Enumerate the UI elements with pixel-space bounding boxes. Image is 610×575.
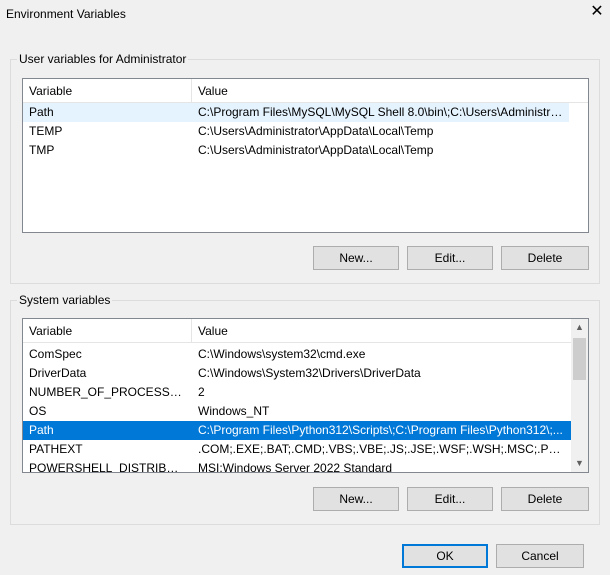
system-variables-label: System variables [17, 293, 113, 307]
value-cell: Windows_NT [198, 404, 270, 418]
list-header: Variable Value [23, 319, 571, 343]
table-row[interactable]: OS Windows_NT [23, 402, 571, 421]
value-cell: C:\Windows\System32\Drivers\DriverData [198, 366, 421, 380]
variable-cell: NUMBER_OF_PROCESSORS [29, 385, 187, 399]
variable-cell: TEMP [29, 124, 63, 138]
vertical-scrollbar[interactable]: ▲ ▼ [571, 319, 588, 472]
dialog-title: Environment Variables [6, 7, 126, 21]
variable-cell: Path [29, 423, 54, 437]
system-edit-button[interactable]: Edit... [407, 487, 493, 511]
value-cell: C:\Program Files\MySQL\MySQL Shell 8.0\b… [198, 105, 564, 119]
table-row[interactable]: PATHEXT .COM;.EXE;.BAT;.CMD;.VBS;.VBE;.J… [23, 440, 571, 459]
variable-cell: TMP [29, 143, 55, 157]
table-row[interactable]: TEMP C:\Users\Administrator\AppData\Loca… [23, 122, 569, 141]
value-cell: C:\Users\Administrator\AppData\Local\Tem… [198, 143, 434, 157]
value-cell: MSI:Windows Server 2022 Standard [198, 461, 393, 473]
value-cell: 2 [198, 385, 205, 399]
column-header-value[interactable]: Value [192, 319, 571, 343]
table-row[interactable]: TMP C:\Users\Administrator\AppData\Local… [23, 141, 569, 160]
scroll-down-arrow-icon[interactable]: ▼ [571, 455, 588, 472]
system-delete-button[interactable]: Delete [501, 487, 589, 511]
user-variables-list[interactable]: Variable Value Path C:\Program Files\MyS… [22, 78, 589, 233]
variable-cell: POWERSHELL_DISTRIBUTIO... [29, 461, 187, 473]
system-variables-list[interactable]: Variable Value ComSpec C:\Windows\system… [22, 318, 589, 473]
table-row[interactable]: ComSpec C:\Windows\system32\cmd.exe [23, 345, 571, 364]
user-delete-button[interactable]: Delete [501, 246, 589, 270]
user-variables-group: User variables for Administrator Variabl… [10, 52, 600, 284]
close-icon[interactable]: ✕ [590, 2, 604, 22]
column-header-value[interactable]: Value [192, 79, 588, 103]
variable-cell: DriverData [29, 366, 87, 380]
scroll-thumb[interactable] [573, 338, 586, 380]
column-header-variable[interactable]: Variable [23, 79, 192, 103]
table-row[interactable]: NUMBER_OF_PROCESSORS 2 [23, 383, 571, 402]
table-row[interactable]: DriverData C:\Windows\System32\Drivers\D… [23, 364, 571, 383]
value-cell: C:\Program Files\Python312\Scripts\;C:\P… [198, 423, 563, 437]
cancel-button[interactable]: Cancel [496, 544, 584, 568]
variable-cell: Path [29, 105, 54, 119]
variable-cell: OS [29, 404, 47, 418]
user-new-button[interactable]: New... [313, 246, 399, 270]
value-cell: .COM;.EXE;.BAT;.CMD;.VBS;.VBE;.JS;.JSE;.… [198, 442, 564, 456]
table-row[interactable]: POWERSHELL_DISTRIBUTIO... MSI:Windows Se… [23, 459, 571, 473]
scroll-up-arrow-icon[interactable]: ▲ [571, 319, 588, 336]
variable-cell: ComSpec [29, 347, 82, 361]
user-variables-label: User variables for Administrator [17, 52, 189, 66]
user-edit-button[interactable]: Edit... [407, 246, 493, 270]
ok-button[interactable]: OK [402, 544, 488, 568]
value-cell: C:\Windows\system32\cmd.exe [198, 347, 366, 361]
system-new-button[interactable]: New... [313, 487, 399, 511]
table-row[interactable]: Path C:\Program Files\MySQL\MySQL Shell … [23, 103, 569, 122]
variable-cell: PATHEXT [29, 442, 83, 456]
list-header: Variable Value [23, 79, 588, 103]
value-cell: C:\Users\Administrator\AppData\Local\Tem… [198, 124, 434, 138]
system-variables-group: System variables Variable Value ComSpec … [10, 293, 600, 525]
column-header-variable[interactable]: Variable [23, 319, 192, 343]
table-row[interactable]: Path C:\Program Files\Python312\Scripts\… [23, 421, 571, 440]
